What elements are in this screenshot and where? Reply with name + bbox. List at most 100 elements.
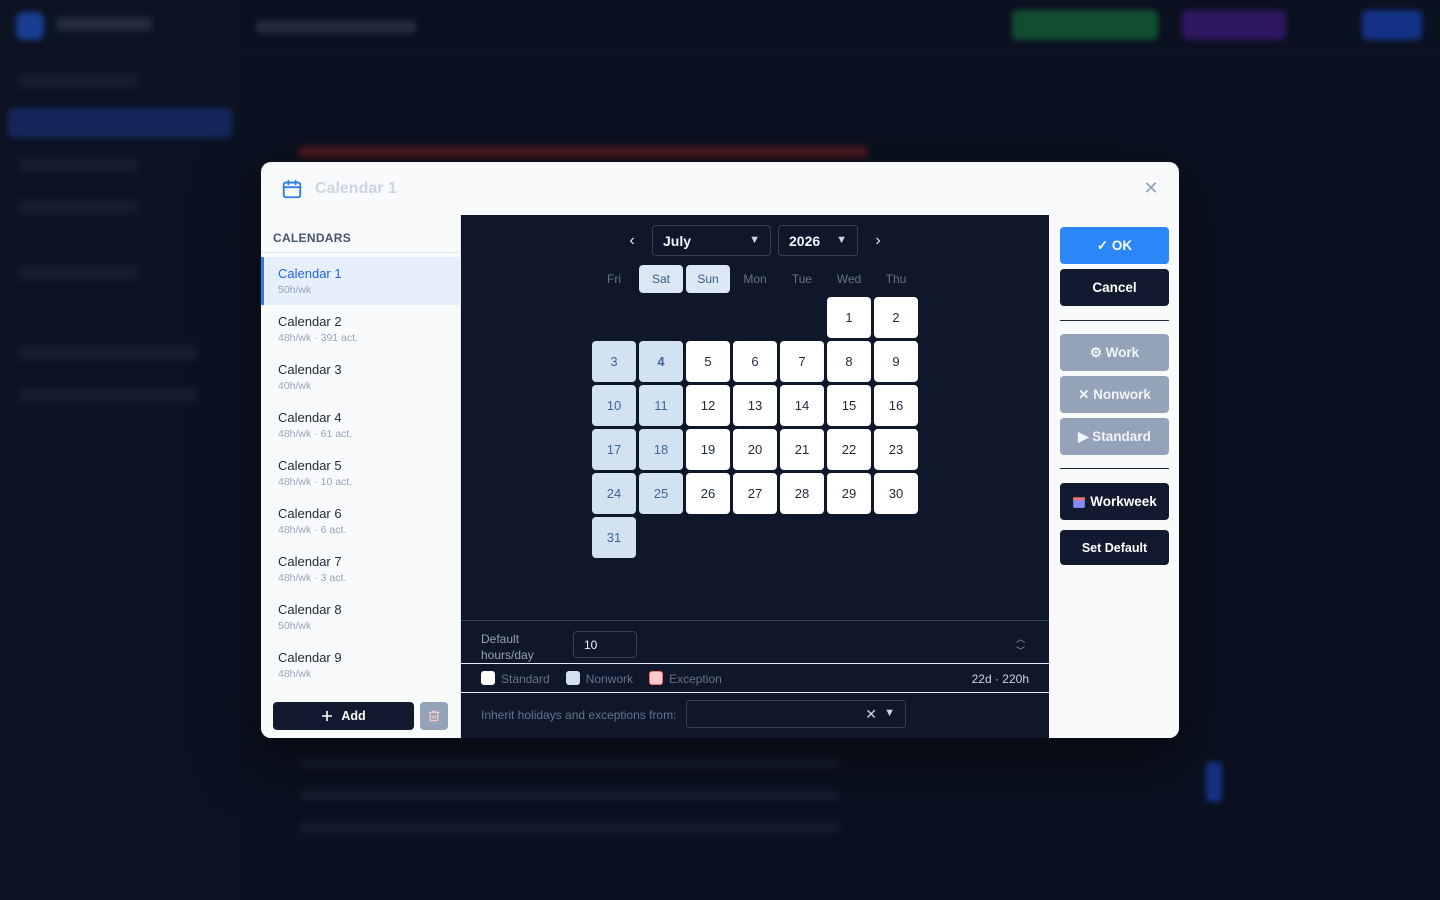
inherit-label: Inherit holidays and exceptions from: [481,708,677,722]
weekday-header: Fri [607,272,621,286]
day-cell[interactable]: 25 [639,473,683,514]
work-button[interactable]: ⚙ Work [1060,334,1169,371]
chevron-down-icon[interactable]: ﹀ [1016,645,1025,657]
dialog-header: Calendar 1 ✕ [261,162,1179,215]
bg-row [300,822,840,832]
day-cell[interactable]: 31 [592,517,636,558]
calendar-list-item[interactable]: Calendar 9 48h/wk [261,641,460,689]
bg-green-button [1012,10,1158,40]
day-cell[interactable]: 22 [827,429,871,470]
nonwork-swatch [565,671,580,685]
calendar-list-item[interactable]: Calendar 8 50h/wk [261,593,460,641]
calendar-name: Calendar 5 [278,458,342,473]
calendar-name: Calendar 4 [278,410,342,425]
legend: Standard Nonwork Exception 22d · 220h [461,665,1049,693]
day-cell[interactable]: 16 [874,385,918,426]
workweek-label: Workweek [1090,494,1157,509]
cancel-button[interactable]: Cancel [1060,269,1169,306]
calendar-list-item[interactable]: Calendar 7 48h/wk · 3 act. [261,545,460,593]
day-cell[interactable]: 7 [780,341,824,382]
actions-panel: ✓ OK Cancel ⚙ Work ✕ Nonwork ▶ Standard … [1049,215,1179,738]
plus-icon [322,711,333,721]
default-hours-input[interactable] [573,631,637,658]
day-cell[interactable]: 23 [874,429,918,470]
ok-button[interactable]: ✓ OK [1060,227,1169,264]
day-cell[interactable]: 9 [874,341,918,382]
day-cell[interactable]: 20 [733,429,777,470]
calendar-list-item[interactable]: Calendar 6 48h/wk · 6 act. [261,497,460,545]
default-hours-label-line2: hours/day [481,648,534,662]
chevron-up-icon[interactable]: ︿ [1016,633,1025,645]
legend-standard-label: Standard [501,672,550,686]
day-cell[interactable]: 27 [733,473,777,514]
weekday-header: Sat [639,265,683,293]
day-cell[interactable]: 24 [592,473,636,514]
day-cell[interactable]: 6 [733,341,777,382]
calendar-list-item[interactable]: Calendar 3 40h/wk [261,353,460,401]
legend-nonwork-label: Nonwork [585,672,634,686]
day-cell[interactable]: 26 [686,473,730,514]
nonwork-button[interactable]: ✕ Nonwork [1060,376,1169,413]
day-cell[interactable]: 15 [827,385,871,426]
calendar-list-item[interactable]: Calendar 2 48h/wk · 391 act. [261,305,460,353]
default-hours-label: Default hours/day [481,631,561,663]
month-select[interactable]: July ▼ [652,225,771,256]
calendar-list-item[interactable]: Calendar 5 48h/wk · 10 act. [261,449,460,497]
bg-nav-item [18,346,198,360]
calendar-name: Calendar 3 [278,362,342,377]
standard-swatch [481,671,495,685]
inherit-select[interactable]: ✕ ▼ [686,700,906,728]
calendar-name: Calendar 8 [278,602,342,617]
day-cell[interactable]: 8 [827,341,871,382]
default-hours-label-line1: Default [481,632,520,646]
day-cell[interactable]: 14 [780,385,824,426]
calendar-summary: 40h/wk [278,380,312,392]
bg-red-row [298,146,868,158]
day-cell[interactable]: 29 [827,473,871,514]
day-cell[interactable]: 2 [874,297,918,338]
divider [1060,320,1169,321]
prev-month-icon[interactable]: ‹ [622,231,642,251]
hours-stepper[interactable]: ︿ ﹀ [1016,633,1025,657]
bg-row [300,790,840,800]
day-cell[interactable]: 4 [639,341,683,382]
standard-button[interactable]: ▶ Standard [1060,418,1169,455]
day-cell[interactable]: 21 [780,429,824,470]
day-cell[interactable]: 18 [639,429,683,470]
day-cell[interactable]: 1 [827,297,871,338]
add-calendar-button[interactable]: Add [273,702,414,730]
day-cell[interactable]: 13 [733,385,777,426]
calendar-summary: 48h/wk · 391 act. [278,332,358,344]
calendar-panel: ‹ July ▼ 2026 ▼ › Fri Sat Sun Mon Tue Wed Thu 1… [461,215,1049,738]
day-cell[interactable]: 17 [592,429,636,470]
bg-nav-item [18,158,138,172]
calendar-name: Calendar 6 [278,506,342,521]
calendar-dialog: Calendar 1 ✕ CALENDARS Calendar 1 50h/wk… [261,162,1179,738]
day-cell[interactable]: 28 [780,473,824,514]
day-cell[interactable]: 12 [686,385,730,426]
set-default-button[interactable]: Set Default [1060,530,1169,565]
exception-swatch [649,671,664,685]
calendar-summary: 48h/wk · 6 act. [278,524,347,536]
delete-calendar-button[interactable] [420,702,448,730]
trash-icon [428,710,440,722]
legend-exception: Exception [649,671,722,686]
month-value: July [663,232,692,249]
close-icon[interactable]: ✕ [1141,178,1161,198]
calendar-list-item[interactable]: Calendar 1 50h/wk [261,257,460,305]
next-month-icon[interactable]: › [868,231,888,251]
workweek-button[interactable]: Workweek [1060,483,1169,520]
day-cell[interactable]: 11 [639,385,683,426]
calendar-summary: 50h/wk [278,284,312,296]
day-cell[interactable]: 19 [686,429,730,470]
day-cell[interactable]: 5 [686,341,730,382]
divider [1060,468,1169,469]
calendar-list-item[interactable]: Calendar 4 48h/wk · 61 act. [261,401,460,449]
year-select[interactable]: 2026 ▼ [778,225,858,256]
day-cell[interactable]: 10 [592,385,636,426]
day-cell[interactable]: 3 [592,341,636,382]
weekday-header: Wed [836,272,862,286]
calendar-summary: 48h/wk [278,668,312,680]
day-cell[interactable]: 30 [874,473,918,514]
clear-icon[interactable]: ✕ [865,706,877,723]
